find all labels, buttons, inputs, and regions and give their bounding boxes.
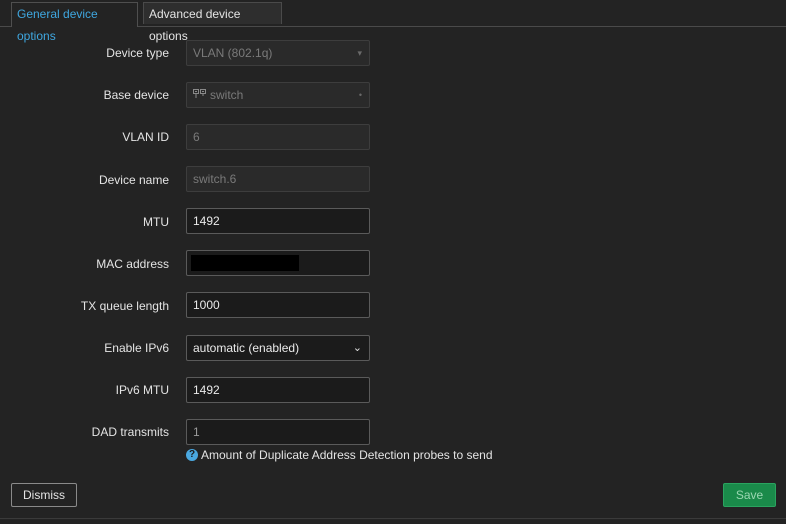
tab-bar: General device options Advanced device o… bbox=[0, 0, 786, 43]
dad-transmits-help-text: Amount of Duplicate Address Detection pr… bbox=[201, 448, 493, 462]
device-type-select: VLAN (802.1q) ▾ bbox=[186, 40, 370, 66]
base-device-field: switch bbox=[186, 82, 370, 108]
ipv6-mtu-input[interactable] bbox=[186, 377, 370, 403]
ipv6-mtu-label: IPv6 MTU bbox=[115, 383, 169, 397]
base-device-select: switch • bbox=[186, 82, 370, 108]
tx-queue-length-label: TX queue length bbox=[80, 299, 169, 313]
base-device-value: switch bbox=[210, 88, 244, 102]
save-button[interactable]: Save bbox=[723, 483, 776, 507]
mtu-label: MTU bbox=[143, 215, 169, 229]
tab-general-device-options[interactable]: General device options bbox=[11, 2, 138, 43]
device-name-label: Device name bbox=[98, 173, 169, 187]
vlan-id-input bbox=[186, 124, 370, 150]
network-device-icon bbox=[193, 84, 207, 108]
device-type-label: Device type bbox=[106, 46, 169, 60]
device-configuration-dialog: General device options Advanced device o… bbox=[0, 0, 786, 524]
tx-queue-length-input[interactable] bbox=[186, 292, 370, 318]
footer-divider bbox=[0, 518, 786, 519]
dismiss-button[interactable]: Dismiss bbox=[11, 483, 77, 507]
mtu-input[interactable] bbox=[186, 208, 370, 234]
help-icon: ? bbox=[186, 449, 198, 461]
enable-ipv6-label: Enable IPv6 bbox=[104, 341, 169, 355]
tab-advanced-device-options[interactable]: Advanced device options bbox=[143, 2, 282, 43]
base-device-label: Base device bbox=[103, 88, 169, 102]
dad-transmits-label: DAD transmits bbox=[91, 425, 169, 439]
mac-address-redaction bbox=[191, 255, 299, 271]
dad-transmits-input[interactable] bbox=[186, 419, 370, 445]
device-type-value: VLAN (802.1q) bbox=[186, 40, 370, 66]
device-name-input bbox=[186, 166, 370, 192]
dad-transmits-help: ? Amount of Duplicate Address Detection … bbox=[186, 448, 493, 462]
mac-address-label: MAC address bbox=[96, 257, 169, 271]
mac-address-input[interactable] bbox=[186, 250, 370, 276]
enable-ipv6-select[interactable]: automatic (enabled) ⌄ bbox=[186, 335, 370, 361]
enable-ipv6-value[interactable]: automatic (enabled) bbox=[186, 335, 370, 361]
vlan-id-label: VLAN ID bbox=[122, 130, 169, 144]
